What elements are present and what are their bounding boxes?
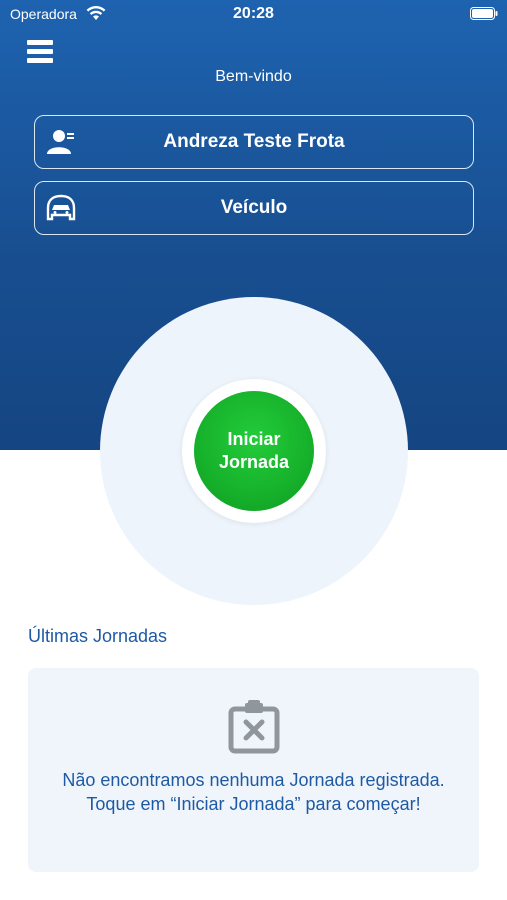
clipboard-x-icon: [228, 700, 280, 754]
battery-icon: [470, 7, 498, 20]
user-profile-button[interactable]: Andreza Teste Frota: [34, 115, 474, 169]
welcome-label: Bem-vindo: [215, 68, 292, 85]
start-journey-button[interactable]: Iniciar Jornada: [194, 391, 314, 511]
menu-icon-bar: [27, 49, 53, 54]
user-card-icon: [47, 130, 74, 154]
vehicle-button[interactable]: Veículo: [34, 181, 474, 235]
menu-icon-bar: [27, 40, 53, 45]
recent-journeys-title: Últimas Jornadas: [28, 626, 168, 646]
vehicle-label: Veículo: [220, 197, 288, 218]
status-bar: Operadora 20:28: [0, 0, 507, 28]
menu-icon-bar: [27, 58, 53, 63]
menu-icon[interactable]: [27, 40, 55, 66]
clock-time: 20:28: [233, 5, 274, 22]
empty-message: Não encontramos nenhuma Jornada registra…: [62, 770, 445, 814]
empty-journeys-card: Não encontramos nenhuma Jornada registra…: [28, 668, 479, 872]
car-front-icon: [46, 194, 76, 221]
user-name-label: Andreza Teste Frota: [163, 131, 345, 152]
start-journey-label: Iniciar Jornada: [218, 429, 290, 472]
